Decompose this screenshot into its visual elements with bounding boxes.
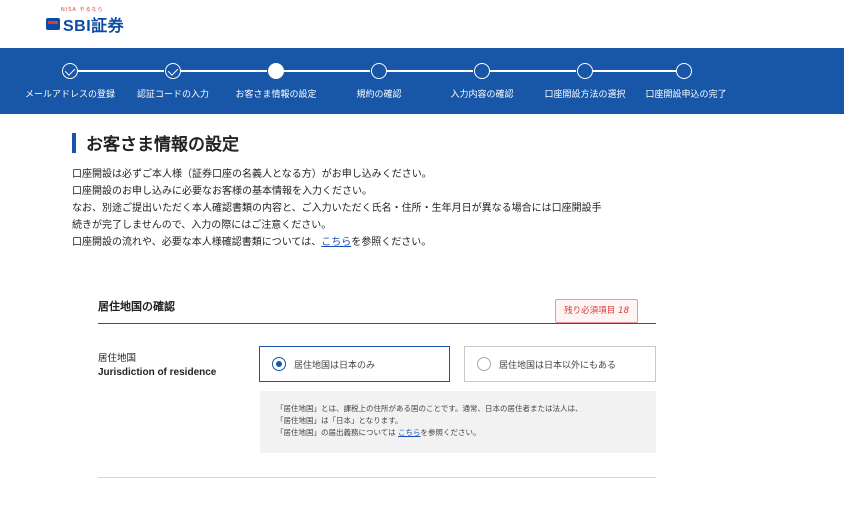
page-title: お客さま情報の設定 [86,135,239,155]
logo-text: SBI証券 [63,18,125,35]
radio-selected-icon[interactable] [272,357,286,371]
step-label-method: 口座開設方法の選択 [544,90,626,100]
step-label-email: メールアドレスの登録 [24,90,116,100]
intro-line: 口座開設の流れや、必要な本人様確認書類については、こちらを参照ください。 [72,234,712,251]
step-7-circle-icon [676,63,692,79]
radio-label: 居住地国は日本以外にもある [499,360,617,371]
account-flow-link[interactable]: こちら [321,237,351,248]
note-text-pre: 「居住地国」の届出義務については [276,428,399,437]
radio-other-countries[interactable]: 居住地国は日本以外にもある [464,346,656,382]
residence-field-label: 居住地国 Jurisdiction of residence [98,352,216,380]
intro-text: 口座開設は必ずご本人様（証券口座の名義人となる方）がお申し込みください。 口座開… [72,166,712,251]
intro-line: 続きが完了しませんので、入力の際にはご注意ください。 [72,220,332,231]
step-2-check-icon [165,63,181,79]
residence-section-header: 居住地国の確認 残り必須項目 18 [98,292,656,324]
radio-unselected-icon[interactable] [477,357,491,371]
step-6-circle-icon [577,63,593,79]
step-connector [77,70,164,72]
section-divider [98,477,656,478]
section-title: 居住地国の確認 [98,300,175,313]
step-3-current-icon [268,63,284,79]
intro-line: 口座開設は必ずご本人様（証券口座の名義人となる方）がお申し込みください。 [72,169,432,180]
required-items-badge: 残り必須項目 18 [555,299,638,323]
step-connector [283,70,370,72]
site-header: SBI証券 NISA やるなら [0,0,844,48]
step-label-auth-code: 認証コードの入力 [136,90,210,100]
page-title-block: お客さま情報の設定 [72,130,239,155]
step-connector [592,70,676,72]
note-line: 「居住地国」は「日本」となります。 [276,416,403,425]
label-ja: 居住地国 [98,353,137,364]
intro-text-pre: 口座開設の流れや、必要な本人様確認書類については、 [72,237,322,248]
sbi-logo[interactable]: SBI証券 [46,12,124,36]
step-label-terms: 規約の確認 [356,90,402,100]
step-4-circle-icon [371,63,387,79]
intro-text-post: を参照ください。 [351,237,432,248]
note-line: 「居住地国」とは、課税上の住所がある国のことです。通常、日本の居住者または法人は… [276,404,583,413]
step-connector [180,70,267,72]
intro-line: なお、別途ご提出いただく本人確認書類の内容と、ご入力いただく氏名・住所・生年月日… [72,203,602,214]
required-count: 18 [618,306,629,316]
step-connector [489,70,576,72]
logo-tagline: NISA やるなら [61,7,104,13]
radio-label: 居住地国は日本のみ [294,360,376,371]
step-label-customer-info: お客さま情報の設定 [235,90,317,100]
residence-note: 「居住地国」とは、課税上の住所がある国のことです。通常、日本の居住者または法人は… [260,391,656,453]
step-5-circle-icon [474,63,490,79]
intro-line: 口座開設のお申し込みに必要なお客様の基本情報を入力ください。 [72,186,372,197]
step-label-confirm: 入力内容の確認 [450,90,514,100]
note-text-post: を参照ください。 [420,428,481,437]
step-1-check-icon [62,63,78,79]
sbi-logo-icon [46,18,60,30]
label-en: Jurisdiction of residence [98,367,217,378]
step-label-complete: 口座開設申込の完了 [645,90,727,100]
progress-stepper: メールアドレスの登録 認証コードの入力 お客さま情報の設定 規約の確認 入力内容… [0,48,844,114]
residence-obligation-link[interactable]: こちら [398,428,421,437]
note-line: 「居住地国」の届出義務については こちらを参照ください。 [276,427,656,439]
required-label: 残り必須項目 [564,306,616,316]
step-connector [386,70,473,72]
title-accent-bar [72,132,76,153]
radio-japan-only[interactable]: 居住地国は日本のみ [259,346,450,382]
